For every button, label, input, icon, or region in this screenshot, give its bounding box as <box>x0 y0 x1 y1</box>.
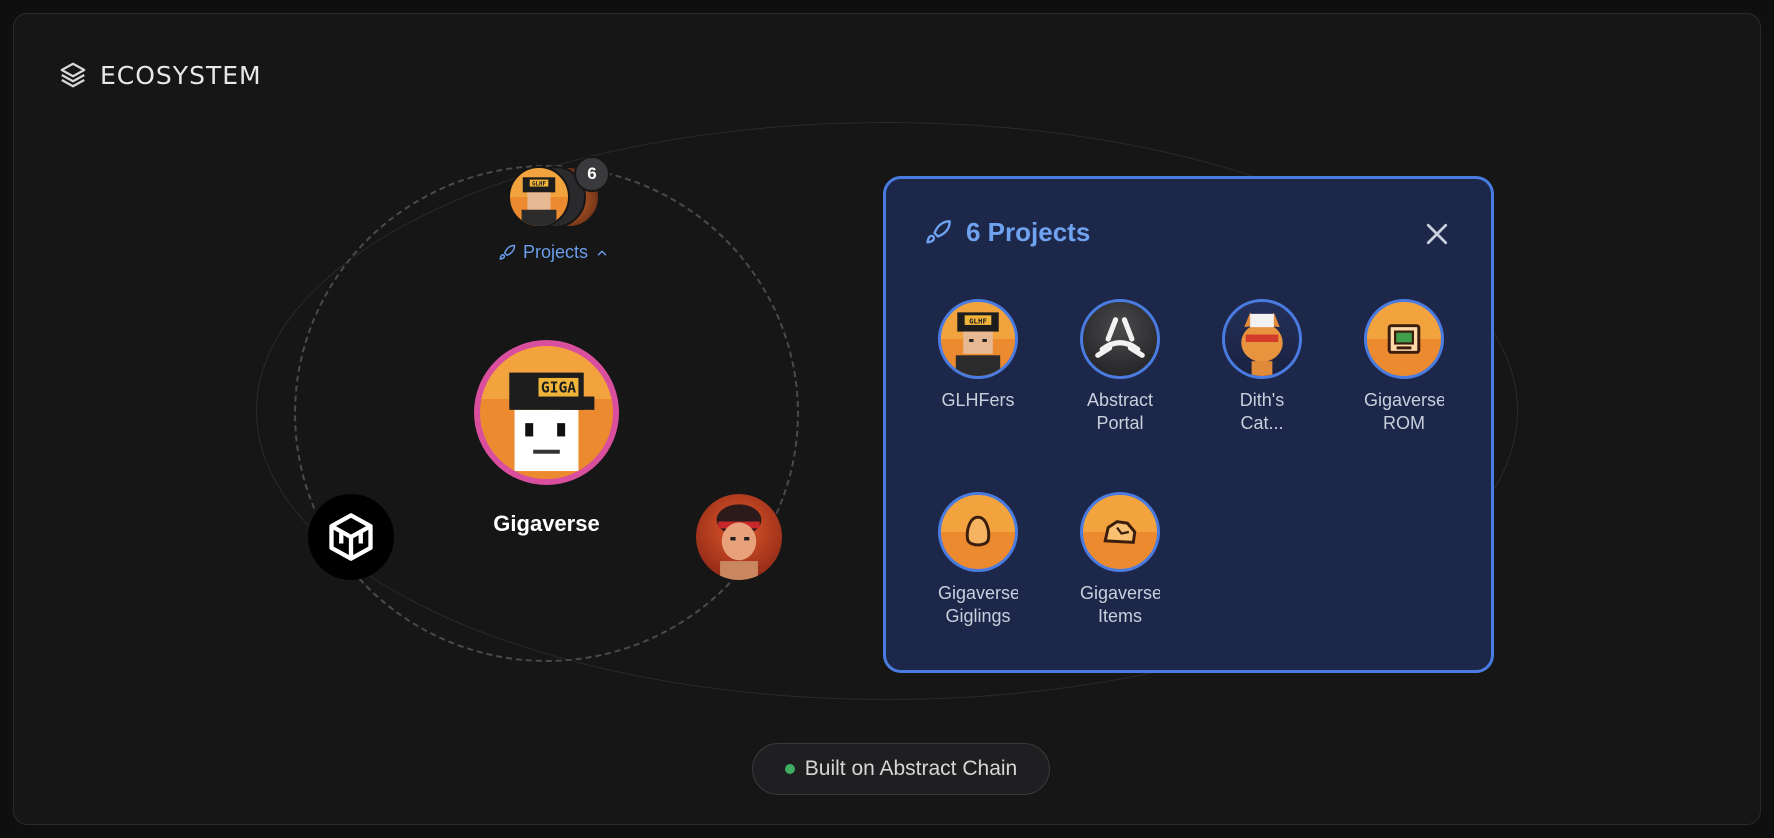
project-label: Gigaverse Items <box>1080 583 1160 626</box>
popup-title: 6 Projects <box>966 217 1091 247</box>
glhf-character-icon: GLHF <box>955 312 1001 376</box>
item-rock-icon <box>1103 520 1137 544</box>
section-header: ECOSYSTEM <box>58 60 262 90</box>
project-label: Gigaverse ROM <box>1364 390 1444 433</box>
projects-toggle-label: Projects <box>523 242 589 262</box>
project-avatar <box>1222 299 1302 379</box>
rom-cartridge-icon <box>1387 324 1421 354</box>
warrior-avatar-node[interactable] <box>696 494 782 580</box>
cat-character-icon <box>1241 312 1283 376</box>
project-avatar <box>1080 492 1160 572</box>
abstract-cube-node[interactable] <box>308 494 394 580</box>
project-label: Dith's Cat... <box>1239 390 1285 433</box>
ecosystem-panel: ECOSYSTEM GIGA Gigaverse GLHF 6 Projects… <box>13 13 1761 825</box>
cube-logo-icon <box>329 513 373 561</box>
glhf-cap-text: GLHF <box>969 316 987 325</box>
chevron-up-icon <box>597 250 607 255</box>
rocket-icon <box>926 219 951 243</box>
warrior-portrait-icon <box>716 504 762 580</box>
glhf-character-icon: GLHF <box>521 177 557 226</box>
close-button[interactable] <box>1422 219 1452 249</box>
close-icon <box>1426 223 1448 245</box>
projects-toggle-button[interactable]: Projects <box>498 242 609 263</box>
projects-popup: 6 Projects GLHF GLHFers Abstract Portal … <box>883 176 1494 673</box>
built-on-label: Built on Abstract Chain <box>804 757 1018 780</box>
project-avatar: GLHF <box>938 299 1018 379</box>
project-label: GLHFers <box>941 390 1015 410</box>
giga-cap-text: GIGA <box>541 380 576 397</box>
egg-icon <box>965 515 991 547</box>
center-name: Gigaverse <box>493 511 600 536</box>
rocket-icon <box>499 244 516 260</box>
project-label: Abstract Portal <box>1086 390 1154 433</box>
project-gigaverse-giglings[interactable]: Gigaverse Giglings <box>913 492 1043 628</box>
popup-header: 6 Projects <box>924 217 1090 248</box>
project-label: Gigaverse Giglings <box>938 583 1018 626</box>
layers-icon <box>60 62 86 88</box>
status-dot <box>784 764 795 774</box>
projects-count-badge: 6 <box>574 156 610 192</box>
abstract-logo-icon <box>1095 317 1145 358</box>
project-avatar <box>1080 299 1160 379</box>
project-abstract-portal[interactable]: Abstract Portal <box>1055 299 1185 435</box>
section-title: ECOSYSTEM <box>100 60 262 90</box>
project-gigaverse-items[interactable]: Gigaverse Items <box>1055 492 1185 628</box>
built-on-badge: Built on Abstract Chain <box>752 743 1050 795</box>
giga-character-icon: GIGA <box>509 372 595 472</box>
project-diths-cat[interactable]: Dith's Cat... <box>1197 299 1327 435</box>
project-glhfers[interactable]: GLHF GLHFers <box>913 299 1043 412</box>
project-avatar <box>1364 299 1444 379</box>
gigaverse-avatar[interactable]: GIGA <box>474 340 619 485</box>
projects-avatar-stack[interactable]: GLHF 6 <box>494 156 614 236</box>
glhf-cap-text: GLHF <box>532 181 546 187</box>
project-avatar-1: GLHF <box>508 166 570 228</box>
project-gigaverse-rom[interactable]: Gigaverse ROM <box>1339 299 1469 435</box>
project-avatar <box>938 492 1018 572</box>
